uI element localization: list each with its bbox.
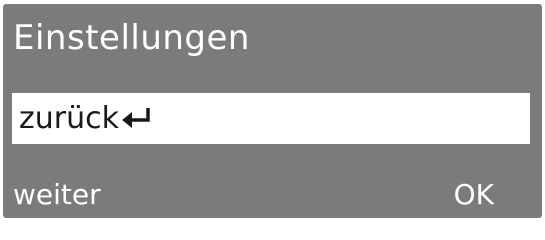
screen-title: Einstellungen [13, 18, 250, 58]
menu-item-back[interactable]: zurück [12, 93, 530, 144]
menu-item-content: zurück [19, 100, 156, 138]
next-softkey[interactable]: weiter [13, 178, 101, 212]
display-screen: Einstellungen zurück weiter OK [3, 4, 542, 218]
return-arrow-icon [121, 108, 150, 128]
ok-softkey[interactable]: OK [454, 178, 494, 212]
menu-item-label: zurück [19, 101, 119, 136]
